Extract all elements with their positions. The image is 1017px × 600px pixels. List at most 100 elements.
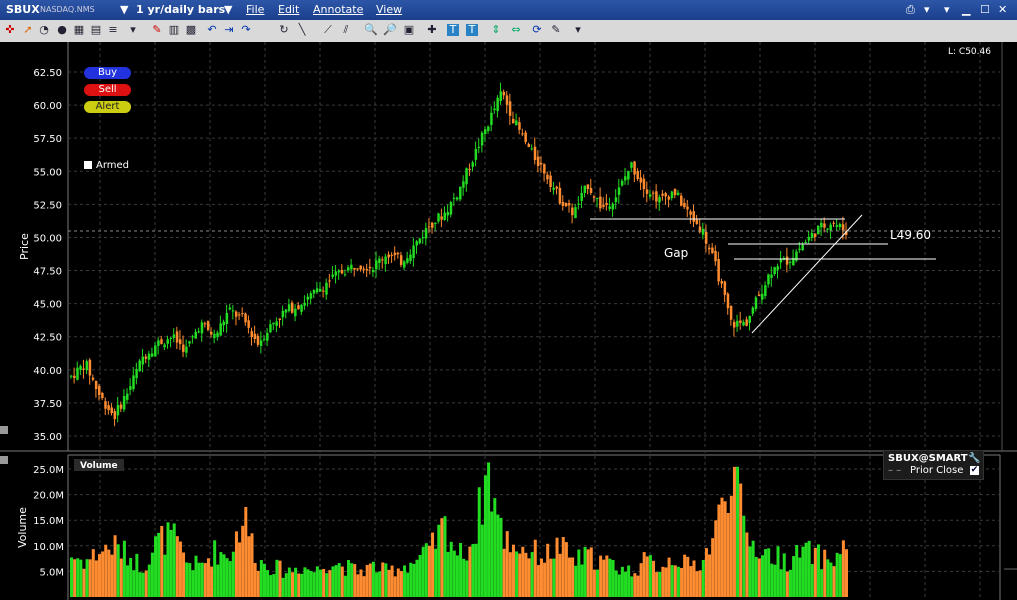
candle-body — [231, 310, 235, 312]
volume-bar — [745, 532, 749, 597]
text-box-icon[interactable]: T — [466, 24, 478, 36]
candle-body — [175, 331, 179, 343]
volume-bar — [116, 544, 120, 597]
menu-file[interactable]: File — [246, 3, 264, 16]
pencil-icon[interactable]: ✎ — [151, 24, 163, 36]
volume-bar — [306, 569, 310, 597]
zoom-in-icon[interactable]: 🔍 — [364, 24, 378, 36]
candle-body — [502, 91, 506, 96]
menu-view[interactable]: View — [376, 3, 402, 16]
checkbox-icon[interactable] — [84, 161, 92, 169]
volume-bar — [499, 517, 503, 597]
buy-button[interactable]: Buy — [84, 67, 131, 79]
alert-button[interactable]: Alert — [84, 101, 131, 113]
circle-icon[interactable]: ● — [56, 24, 68, 36]
scroll-up-icon[interactable] — [0, 426, 8, 434]
symbol-label[interactable]: SBUX — [6, 3, 40, 16]
menu-annotate[interactable]: Annotate — [313, 3, 363, 16]
crosshair-icon[interactable]: ✜ — [4, 24, 16, 36]
rectangle-icon[interactable]: ▣ — [403, 24, 415, 36]
chart-area[interactable]: 35.00 37.50 40.00 42.50 45.00 47.50 50.00 52.50… — [0, 42, 1017, 600]
arrow-icon[interactable]: ➚ — [22, 24, 34, 36]
volume-bar — [443, 516, 447, 597]
text-icon[interactable]: T — [447, 24, 459, 36]
volume-bar — [589, 547, 593, 597]
settings-dropdown-icon[interactable]: ▾ — [572, 24, 584, 36]
wrench-icon[interactable]: ✎ — [550, 24, 562, 36]
volume-tick-label: 15.0M — [33, 516, 64, 527]
sell-button[interactable]: Sell — [84, 84, 131, 96]
candle-body — [328, 280, 331, 282]
volume-bar — [169, 529, 173, 597]
volume-bar — [624, 571, 628, 597]
prior-close-checkbox[interactable]: ✔ — [970, 466, 979, 475]
dropdown-icon[interactable]: ▾ — [127, 24, 139, 36]
columns-icon[interactable]: ▩ — [185, 24, 197, 36]
wrench-icon[interactable]: 🔧 — [968, 453, 980, 464]
list-icon[interactable]: ≡ — [107, 24, 119, 36]
refresh-icon[interactable]: ↻ — [278, 24, 290, 36]
price-tick-label: 47.50 — [33, 267, 62, 278]
zoom-out-icon[interactable]: 🔎 — [383, 24, 397, 36]
volume-bar — [760, 555, 764, 597]
candle-body — [564, 203, 568, 207]
menu-edit[interactable]: Edit — [278, 3, 299, 16]
volume-bar — [748, 546, 752, 597]
candle-body — [353, 267, 356, 270]
parallel-icon[interactable]: ⫽ — [340, 24, 352, 36]
vertical-line-icon[interactable]: ⇕ — [490, 24, 502, 36]
volume-bar — [418, 555, 422, 597]
candle-body — [228, 307, 232, 310]
candle-body — [474, 148, 478, 160]
pin-icon[interactable]: ▾ — [944, 3, 950, 16]
horizontal-line-icon[interactable]: ⇔ — [510, 24, 522, 36]
bars-icon[interactable]: ▥ — [168, 24, 180, 36]
volume-bar — [549, 558, 553, 597]
layout-icon[interactable]: ▤ — [90, 24, 102, 36]
symbol-dropdown-icon[interactable]: ▼ — [120, 3, 128, 16]
cross-icon[interactable]: ✚ — [426, 24, 438, 36]
volume-bar — [210, 566, 214, 597]
candle-body — [611, 203, 615, 210]
dropdown-icon[interactable]: ▾ — [924, 3, 930, 16]
candle-body — [375, 260, 378, 270]
timeframe-dropdown-icon[interactable]: ▼ — [224, 3, 232, 16]
candle-body — [567, 203, 571, 206]
candle-body — [555, 186, 559, 189]
minimize-icon[interactable]: ▁ — [962, 3, 970, 16]
close-icon[interactable]: ✕ — [998, 3, 1007, 16]
diagonal-icon[interactable]: ⟋ — [322, 24, 334, 36]
line-icon[interactable]: ╲ — [296, 24, 308, 36]
volume-bar — [455, 555, 459, 597]
sync-icon[interactable]: ⟳ — [531, 24, 543, 36]
print-icon[interactable]: ⎙ — [906, 3, 915, 17]
volume-bar — [683, 554, 687, 597]
volume-bar — [736, 466, 740, 597]
timeframe-dropdown[interactable]: 1 yr/daily bars — [136, 3, 225, 16]
scroll-down-icon[interactable] — [0, 456, 8, 464]
maximize-icon[interactable]: ☐ — [980, 3, 990, 16]
redo-icon[interactable]: ↷ — [240, 24, 252, 36]
pie-icon[interactable]: ◔ — [38, 24, 50, 36]
candle-body — [558, 187, 562, 204]
volume-bar — [742, 515, 746, 597]
cursor-icon[interactable]: ⇥ — [223, 24, 235, 36]
candle-body — [409, 254, 412, 261]
grid-icon[interactable]: ▦ — [73, 24, 85, 36]
volume-bar — [113, 535, 117, 597]
volume-bar — [508, 552, 512, 597]
candle-body — [343, 274, 347, 276]
candle-body — [154, 345, 157, 357]
volume-bar — [580, 564, 584, 597]
trend-annotations — [590, 214, 936, 334]
undo-icon[interactable]: ↶ — [206, 24, 218, 36]
armed-checkbox[interactable]: Armed — [84, 160, 129, 171]
volume-bar — [331, 566, 335, 597]
candle-body — [838, 223, 842, 228]
candle-body — [104, 401, 107, 409]
candle-body — [197, 331, 201, 333]
volume-bar — [297, 573, 301, 597]
price-tick-label: 60.00 — [33, 101, 62, 112]
level-annotation: L49.60 — [890, 228, 931, 242]
exchange-label: NASDAQ.NMS — [40, 5, 95, 14]
